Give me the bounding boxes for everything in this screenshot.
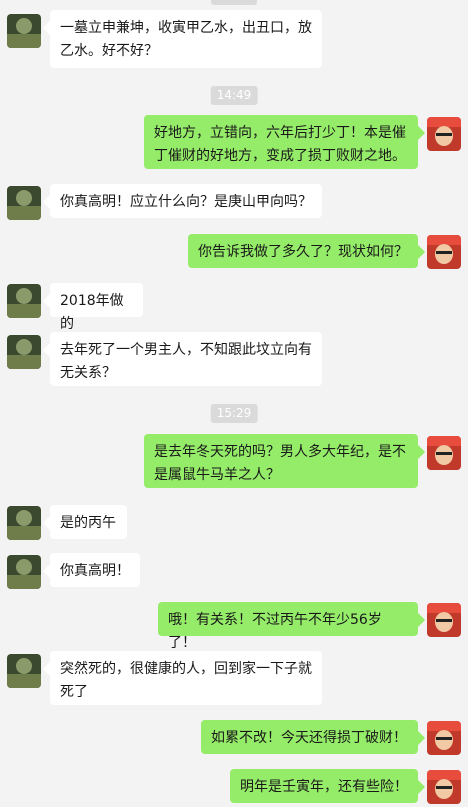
message-bubble[interactable]: 明年是壬寅年，还有些险！	[230, 769, 418, 803]
avatar-left-icon	[7, 555, 41, 589]
avatar[interactable]	[7, 654, 41, 688]
avatar[interactable]	[7, 14, 41, 48]
avatar[interactable]	[427, 603, 461, 637]
avatar-left-icon	[7, 654, 41, 688]
message-bubble[interactable]: 突然死的，很健康的人，回到家一下子就死了	[50, 651, 322, 705]
message-bubble[interactable]: 如累不改！今天还得损丁破财！	[201, 720, 418, 754]
avatar[interactable]	[427, 235, 461, 269]
avatar[interactable]	[427, 721, 461, 755]
avatar[interactable]	[427, 770, 461, 804]
avatar-left-icon	[7, 284, 41, 318]
message-bubble[interactable]: 一墓立申兼坤，收寅甲乙水，出丑口，放乙水。好不好？	[50, 10, 322, 68]
avatar[interactable]	[7, 555, 41, 589]
avatar-right-icon	[427, 436, 461, 470]
avatar[interactable]	[7, 186, 41, 220]
avatar-left-icon	[7, 14, 41, 48]
message-bubble[interactable]: 去年死了一个男主人，不知跟此坟立向有无关系？	[50, 332, 322, 386]
avatar-right-icon	[427, 235, 461, 269]
message-bubble[interactable]: 你真高明！	[50, 553, 140, 587]
message-bubble[interactable]: 你告诉我做了多久了？现状如何？	[188, 234, 418, 268]
timestamp: 15:29	[210, 404, 258, 423]
avatar-right-icon	[427, 770, 461, 804]
avatar-left-icon	[7, 186, 41, 220]
message-bubble[interactable]: 哦！有关系！不过丙午不年少56岁了！	[158, 602, 418, 651]
avatar[interactable]	[7, 506, 41, 540]
avatar-left-icon	[7, 506, 41, 540]
message-bubble[interactable]: 是去年冬天死的吗？男人多大年纪，是不是属鼠牛马羊之人？	[144, 434, 418, 488]
avatar[interactable]	[7, 284, 41, 318]
avatar-right-icon	[427, 117, 461, 151]
avatar-right-icon	[427, 603, 461, 637]
avatar-left-icon	[7, 335, 41, 369]
avatar[interactable]	[427, 117, 461, 151]
avatar[interactable]	[427, 436, 461, 470]
message-bubble[interactable]: 是的丙午	[50, 505, 127, 539]
message-bubble[interactable]: 2018年做的	[50, 283, 143, 332]
avatar[interactable]	[7, 335, 41, 369]
timestamp-top-partial	[211, 0, 257, 5]
avatar-right-icon	[427, 721, 461, 755]
timestamp: 14:49	[210, 86, 258, 105]
message-bubble[interactable]: 好地方，立错向，六年后打少丁！本是催丁催财的好地方，变成了损丁败财之地。	[144, 115, 418, 169]
message-bubble[interactable]: 你真高明！应立什么向？是庚山甲向吗？	[50, 184, 322, 218]
